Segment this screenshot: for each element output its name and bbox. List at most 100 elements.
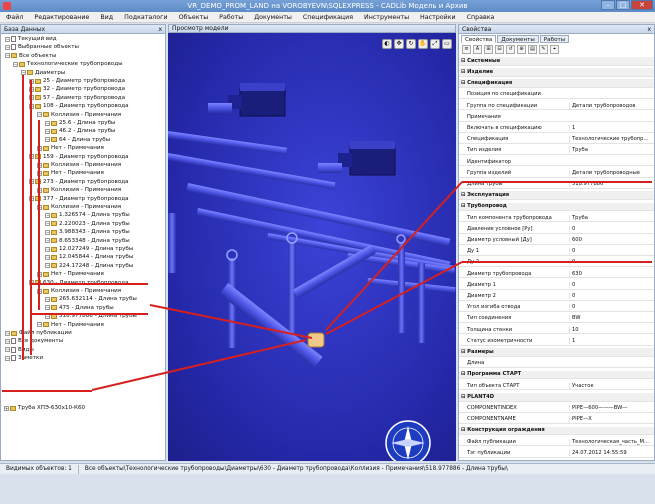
menu-item[interactable]: Объекты <box>179 14 209 21</box>
tree-item[interactable]: −Нет - Примечания <box>37 321 104 329</box>
property-category[interactable]: ⊟ Изделие <box>459 68 654 77</box>
tree-item[interactable]: −Нет - Примечания <box>37 144 104 152</box>
tree-item[interactable]: −25 - Диаметр трубопровода <box>29 77 125 85</box>
property-row[interactable]: Угол изгиба отвода 0 <box>459 303 654 312</box>
tree-item[interactable]: − Все объекты <box>5 52 56 60</box>
property-value[interactable]: Труба <box>569 147 654 154</box>
property-category[interactable]: ⊟ Спецификация <box>459 79 654 88</box>
expand-icon[interactable]: − <box>45 128 50 134</box>
property-value[interactable]: Технологические трубопр... <box>569 136 654 143</box>
close-icon[interactable]: x <box>647 25 651 34</box>
property-row[interactable]: Примечания <box>459 113 654 122</box>
tree-item[interactable]: −Коллизия - Примечания <box>37 287 121 295</box>
expand-icon[interactable]: − <box>45 254 50 260</box>
property-value[interactable]: 0 <box>569 225 654 232</box>
expand-icon[interactable]: − <box>45 296 50 302</box>
tree-item[interactable]: − 475 - Длина трубы <box>45 304 114 312</box>
viewer-tool-button[interactable]: ▭ <box>442 39 452 49</box>
tree-item[interactable]: − 3.988343 - Длина трубы <box>45 228 130 236</box>
expand-icon[interactable]: − <box>45 263 50 269</box>
tree-item[interactable]: − Диаметры <box>21 69 65 77</box>
property-row[interactable]: Спецификация Технологические трубопр... <box>459 135 654 144</box>
tree-item[interactable]: −32 - Диаметр трубопровода <box>29 85 125 93</box>
tree-item[interactable]: − 1.326574 - Длина трубы <box>45 211 130 219</box>
expand-icon[interactable]: − <box>45 137 50 143</box>
expand-icon[interactable]: − <box>5 330 10 336</box>
viewer-tool-button[interactable]: ◐ <box>382 39 392 49</box>
property-category[interactable]: ⊟ Программа СТАРТ <box>459 370 654 380</box>
property-row[interactable]: Тип соединения BW <box>459 315 654 324</box>
tree-item[interactable]: − Файл публикации <box>5 329 72 337</box>
tree-item[interactable]: − Технологические трубопроводы <box>13 60 123 68</box>
property-row[interactable]: Диаметр 2 0 <box>459 292 654 301</box>
expand-icon[interactable]: − <box>13 61 18 67</box>
expand-icon[interactable]: − <box>45 120 50 126</box>
viewer-tool-button[interactable]: ✥ <box>394 39 404 49</box>
property-category[interactable]: ⊟ Конструкция ограждения <box>459 426 654 436</box>
tree-item[interactable]: −Нет - Примечания <box>37 270 104 278</box>
tab-1[interactable]: Документы <box>497 35 539 43</box>
tree-item[interactable]: − 12.027249 - Длина трубы <box>45 245 133 253</box>
tree-item[interactable]: −Коллизия - Примечания <box>37 186 121 194</box>
menu-item[interactable]: Инструменты <box>364 14 409 21</box>
tree-item[interactable]: −159 - Диаметр трубопровода <box>29 153 129 161</box>
property-category[interactable]: ⊟ Размеры <box>459 348 654 357</box>
property-category[interactable]: ⊟ PLANT4D <box>459 393 654 402</box>
minimize-button[interactable]: – <box>601 0 615 10</box>
menu-item[interactable]: Справка <box>467 14 495 21</box>
expand-icon[interactable]: − <box>5 347 10 353</box>
menu-item[interactable]: Спецификация <box>303 14 353 21</box>
property-row[interactable]: Тип объекта СТАРТ Участок <box>459 382 654 391</box>
tree-item[interactable]: −Нет - Примечания <box>37 169 104 177</box>
properties-tool-button[interactable]: ⊟ <box>495 45 504 54</box>
viewer-tool-button[interactable]: ✋ <box>418 39 428 49</box>
close-window-button[interactable]: ✕ <box>631 0 653 10</box>
expand-icon[interactable]: + <box>4 405 9 411</box>
property-row[interactable]: Давление условное [Ру] 0 <box>459 225 654 234</box>
property-row[interactable]: Диаметр 1 0 <box>459 281 654 290</box>
property-value[interactable]: BW <box>569 315 654 322</box>
property-row[interactable]: COMPONENTNAME PIPE—X <box>459 415 654 424</box>
expand-icon[interactable]: − <box>45 246 50 252</box>
property-row[interactable]: Толщина стенки 10 <box>459 326 654 335</box>
menu-item[interactable]: Редактирование <box>34 14 89 21</box>
property-row[interactable]: Включать в спецификацию 1 <box>459 124 654 133</box>
property-value[interactable]: 10 <box>569 326 654 333</box>
properties-tool-button[interactable]: ⊞ <box>484 45 493 54</box>
menu-item[interactable]: Настройки <box>420 14 456 21</box>
expand-icon[interactable]: − <box>45 238 50 244</box>
property-value[interactable]: 0 <box>569 304 654 311</box>
tree-item[interactable]: −Коллизия - Примечания <box>37 111 121 119</box>
properties-tool-button[interactable]: A <box>473 45 482 54</box>
properties-tool-button[interactable]: ≡ <box>462 45 471 54</box>
property-category[interactable]: ⊟ Трубопровод <box>459 202 654 212</box>
property-value[interactable]: 600 <box>569 236 654 243</box>
menu-item[interactable]: Документы <box>254 14 292 21</box>
model-3d-scene[interactable] <box>168 33 456 461</box>
property-row[interactable]: Ду 1 0 <box>459 247 654 256</box>
property-value[interactable]: 24.07.2012 14:55:59 <box>569 449 654 456</box>
menu-item[interactable]: Работы <box>219 14 243 21</box>
property-value[interactable]: PIPE—X <box>569 416 654 423</box>
tree-item[interactable]: − Выбранные объекты <box>5 43 79 51</box>
property-row[interactable]: Длина <box>459 359 654 368</box>
property-row[interactable]: Диаметр условный [Ду] 600 <box>459 236 654 245</box>
menu-item[interactable]: Вид <box>100 14 113 21</box>
tree-item[interactable]: − 265.632114 - Длина трубы <box>45 295 137 303</box>
tree-item[interactable]: − 224.17248 - Длина трубы <box>45 262 133 270</box>
tree-item[interactable]: − 8.653348 - Длина трубы <box>45 237 130 245</box>
tab-2[interactable]: Работы <box>539 35 570 43</box>
property-row[interactable]: Статус изометричности 1 <box>459 337 654 346</box>
expand-icon[interactable]: − <box>45 305 50 311</box>
property-value[interactable]: 0 <box>569 248 654 255</box>
expand-icon[interactable]: − <box>45 221 50 227</box>
tree-item[interactable]: −377 - Диаметр трубопровода <box>29 195 129 203</box>
property-value[interactable]: Детали трубопроводные <box>569 169 654 176</box>
expand-icon[interactable]: − <box>5 355 10 361</box>
close-icon[interactable]: x <box>158 25 162 34</box>
property-category[interactable]: ⊟ Системные <box>459 57 654 66</box>
property-row[interactable]: Тип изделия Труба <box>459 147 654 156</box>
property-value[interactable]: 0 <box>569 292 654 299</box>
tab-0[interactable]: Свойства <box>461 35 497 43</box>
selected-object-item[interactable]: + Труба ХПЭ-630х10-К60 <box>4 405 85 411</box>
